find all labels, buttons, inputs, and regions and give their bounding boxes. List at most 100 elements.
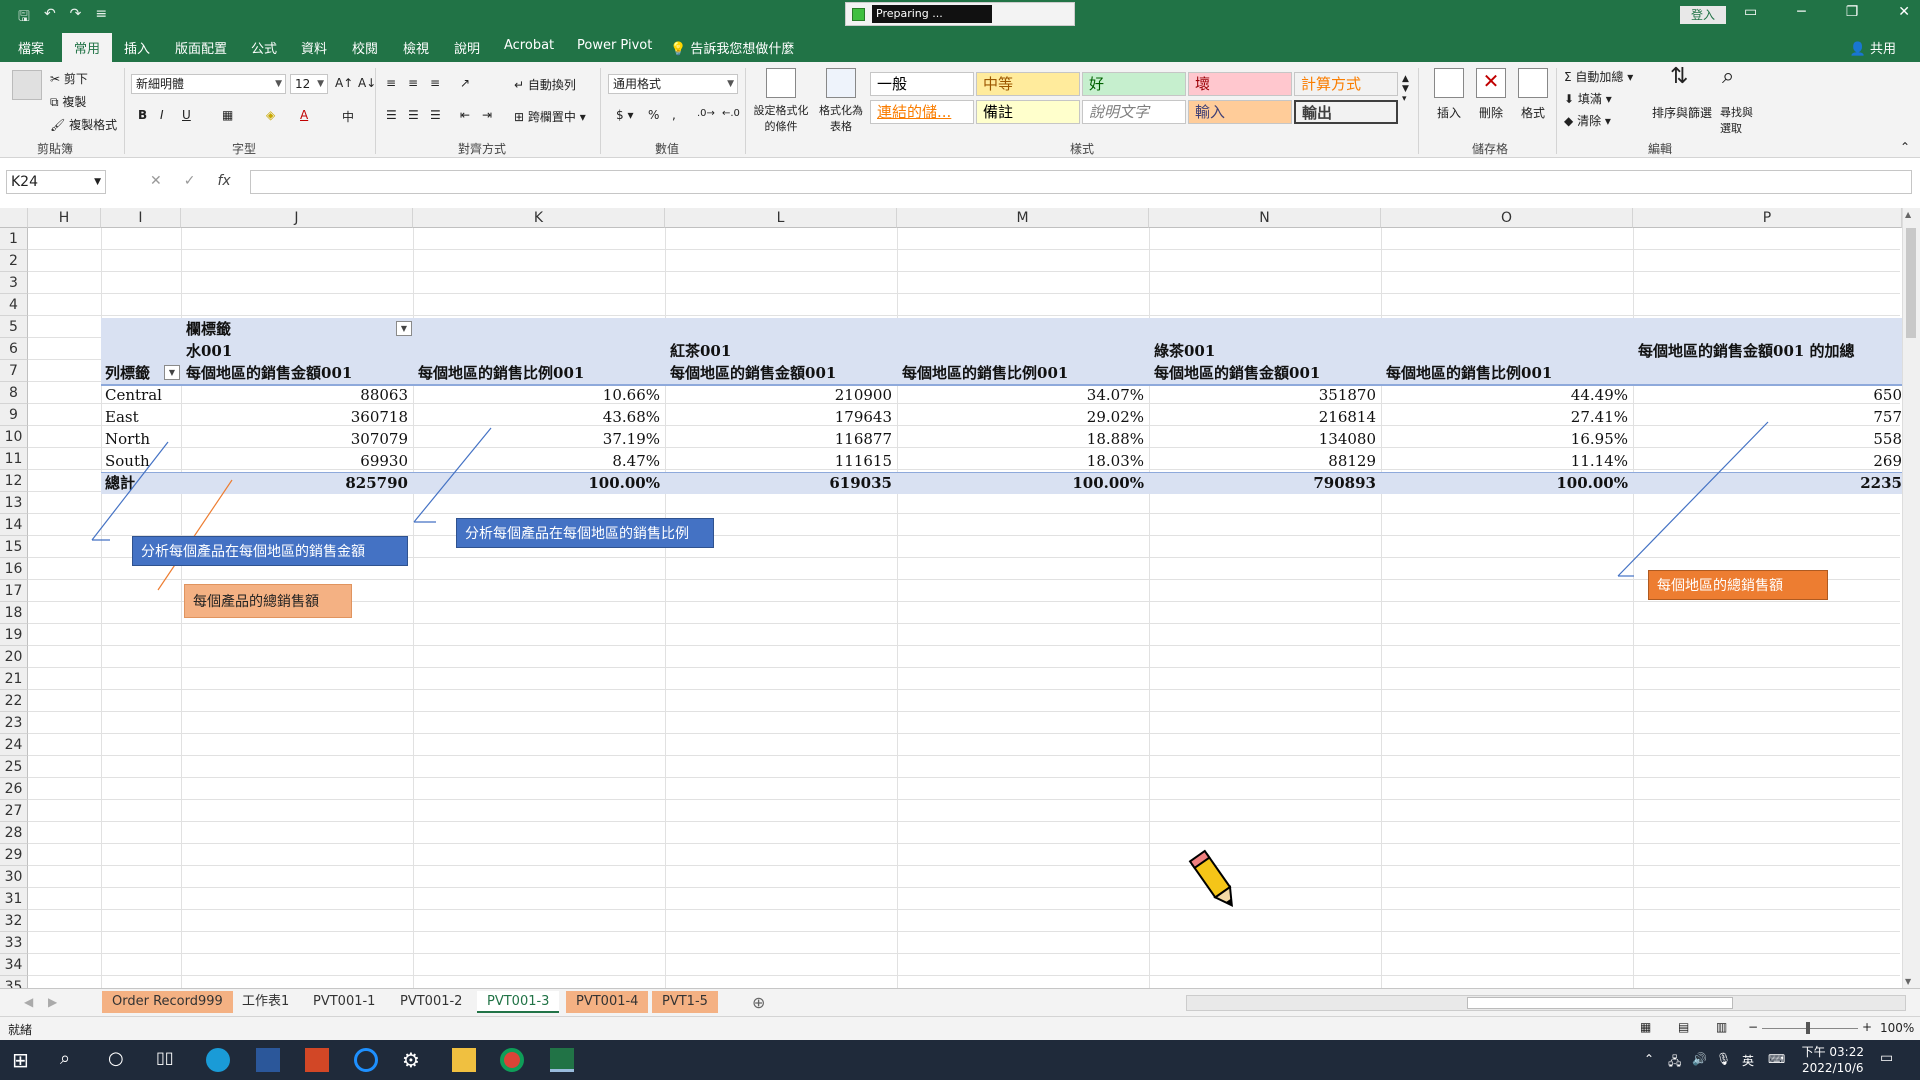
undo-icon[interactable]: ↶ <box>44 6 56 30</box>
ime-icon[interactable]: ⌨ <box>1768 1052 1785 1066</box>
tab-power-pivot[interactable]: Power Pivot <box>577 38 652 53</box>
font-color-icon[interactable]: A <box>300 108 308 122</box>
tab-file[interactable]: 檔案 <box>18 38 44 57</box>
zoom-in-icon[interactable]: + <box>1862 1020 1872 1034</box>
increase-indent-icon[interactable]: ⇥ <box>482 108 492 122</box>
search-icon[interactable]: ⌕ <box>60 1048 84 1072</box>
sheet-tab-pvt001-3[interactable]: PVT001-3 <box>477 991 560 1013</box>
sheet-tab-pvt001-4[interactable]: PVT001-4 <box>566 991 649 1013</box>
decrease-indent-icon[interactable]: ⇤ <box>460 108 470 122</box>
taskbar-clock[interactable]: 下午 03:22 2022/10/6 <box>1802 1044 1864 1076</box>
grow-font-icon[interactable]: A↑ <box>335 76 353 90</box>
style-note[interactable]: 備註 <box>976 100 1080 124</box>
note-region-total[interactable]: 每個地區的總銷售額 <box>1648 570 1828 600</box>
format-cells-label[interactable]: 格式 <box>1521 104 1545 121</box>
align-left-icon[interactable]: ☰ <box>386 108 397 122</box>
horizontal-scroll-thumb[interactable] <box>1467 997 1733 1009</box>
underline-icon[interactable]: U <box>182 108 191 122</box>
style-good[interactable]: 好 <box>1082 72 1186 96</box>
copy-button[interactable]: ⧉ 複製 <box>50 93 86 110</box>
magnifier-icon[interactable]: ⌕ <box>1722 64 1734 89</box>
format-as-table-icon[interactable] <box>826 68 856 98</box>
tab-acrobat[interactable]: Acrobat <box>504 38 554 53</box>
fill-button[interactable]: ⬇ 填滿 ▾ <box>1564 90 1612 107</box>
number-format-combo[interactable]: 通用格式 ▼ <box>608 74 738 94</box>
style-explanatory[interactable]: 說明文字 <box>1082 100 1186 124</box>
close-icon[interactable]: ✕ <box>1898 4 1910 20</box>
cortana-icon[interactable]: ○ <box>108 1048 132 1072</box>
align-right-icon[interactable]: ☰ <box>430 108 441 122</box>
worksheet-grid[interactable]: H I J K L M N O P 1 2 3 4 5 6 7 8 9 10 11 12 13 14 15 1… <box>0 208 1920 988</box>
ribbon-display-icon[interactable]: ▭ <box>1744 4 1757 20</box>
sheet-tab-sheet1[interactable]: 工作表1 <box>232 991 299 1013</box>
tab-help[interactable]: 說明 <box>454 38 480 57</box>
tab-review[interactable]: 校閱 <box>352 38 378 57</box>
find-select-label[interactable]: 尋找與選取 <box>1720 104 1756 136</box>
decrease-decimal-icon[interactable]: ←.0 <box>722 108 740 119</box>
tray-chevron-icon[interactable]: ⌃ <box>1644 1052 1654 1066</box>
word-app-icon[interactable] <box>256 1048 280 1072</box>
increase-decimal-icon[interactable]: .0→ <box>697 108 715 119</box>
zoom-level[interactable]: 100% <box>1880 1021 1914 1035</box>
microphone-icon[interactable]: 🎙 <box>1716 1052 1731 1066</box>
insert-cells-label[interactable]: 插入 <box>1437 104 1461 121</box>
fill-color-icon[interactable]: ◈ <box>266 108 275 122</box>
delete-cells-icon[interactable]: ✕ <box>1476 68 1506 98</box>
tab-view[interactable]: 檢視 <box>403 38 429 57</box>
task-view-icon[interactable]: ▯▯ <box>156 1048 180 1072</box>
sort-filter-label[interactable]: 排序與篩選 <box>1652 104 1712 121</box>
horizontal-scrollbar[interactable] <box>1186 995 1906 1011</box>
edge-browser-icon[interactable] <box>206 1048 230 1072</box>
style-input[interactable]: 輸入 <box>1188 100 1292 124</box>
tab-insert[interactable]: 插入 <box>124 38 150 57</box>
wrap-text-button[interactable]: ↵ 自動換列 <box>514 76 576 93</box>
minimize-icon[interactable]: ─ <box>1797 4 1805 20</box>
page-break-view-icon[interactable]: ▥ <box>1716 1020 1727 1034</box>
name-box[interactable]: K24 ▼ <box>6 170 106 194</box>
orientation-icon[interactable]: ↗ <box>460 76 470 90</box>
file-explorer-icon[interactable] <box>452 1048 476 1072</box>
note-sales-amount[interactable]: 分析每個產品在每個地區的銷售金額 <box>132 536 408 566</box>
align-middle-icon[interactable]: ≡ <box>408 76 418 90</box>
clear-button[interactable]: ◆ 清除 ▾ <box>1564 112 1611 129</box>
scroll-down-icon[interactable]: ▼ <box>1905 977 1911 986</box>
font-size-combo[interactable]: 12 ▼ <box>290 74 328 94</box>
gallery-scroll-icon[interactable]: ▲ ▼ ▾ <box>1402 74 1409 104</box>
collapse-ribbon-icon[interactable]: ⌃ <box>1900 140 1910 154</box>
sheet-tab-pvt001-2[interactable]: PVT001-2 <box>390 991 472 1013</box>
note-product-total[interactable]: 每個產品的總銷售額 <box>184 584 352 618</box>
font-name-combo[interactable]: 新細明體 ▼ <box>131 74 286 94</box>
cancel-icon[interactable]: ✕ <box>150 173 162 189</box>
sort-filter-icon[interactable]: ⇅ <box>1670 64 1688 89</box>
input-language[interactable]: 英 <box>1742 1052 1754 1069</box>
normal-view-icon[interactable]: ▦ <box>1640 1020 1651 1034</box>
autosum-button[interactable]: Σ 自動加總 ▾ <box>1564 68 1633 85</box>
shrink-font-icon[interactable]: A↓ <box>358 76 376 90</box>
scroll-up-icon[interactable]: ▲ <box>1905 210 1911 219</box>
align-bottom-icon[interactable]: ≡ <box>430 76 440 90</box>
format-painter-button[interactable]: 🖌 複製格式 <box>50 116 117 133</box>
windows-start-icon[interactable]: ⊞ <box>12 1048 36 1072</box>
settings-gear-icon[interactable]: ⚙ <box>402 1048 426 1072</box>
bold-icon[interactable]: B <box>138 108 147 122</box>
style-calculation[interactable]: 計算方式 <box>1294 72 1398 96</box>
cut-button[interactable]: ✂ 剪下 <box>50 70 88 87</box>
style-linked-cell[interactable]: 連結的儲... <box>870 100 974 124</box>
add-sheet-icon[interactable]: ⊕ <box>752 993 765 1012</box>
align-top-icon[interactable]: ≡ <box>386 76 396 90</box>
merge-center-button[interactable]: ⊞ 跨欄置中 ▾ <box>514 108 586 125</box>
restore-icon[interactable]: ❐ <box>1846 4 1859 20</box>
phonetic-icon[interactable]: 中 <box>342 108 354 125</box>
zoom-out-icon[interactable]: − <box>1748 1020 1758 1034</box>
comma-icon[interactable]: , <box>672 108 676 122</box>
style-normal[interactable]: 一般 <box>870 72 974 96</box>
sign-in-button[interactable]: 登入 <box>1680 6 1726 24</box>
style-neutral[interactable]: 中等 <box>976 72 1080 96</box>
note-sales-ratio[interactable]: 分析每個產品在每個地區的銷售比例 <box>456 518 714 548</box>
insert-function-icon[interactable]: fx <box>217 173 230 189</box>
sheet-tab-order-record[interactable]: Order Record999 <box>102 991 233 1013</box>
page-layout-view-icon[interactable]: ▤ <box>1678 1020 1689 1034</box>
conditional-formatting-icon[interactable] <box>766 68 796 98</box>
share-button[interactable]: 👤 共用 <box>1850 38 1896 57</box>
align-center-icon[interactable]: ☰ <box>408 108 419 122</box>
